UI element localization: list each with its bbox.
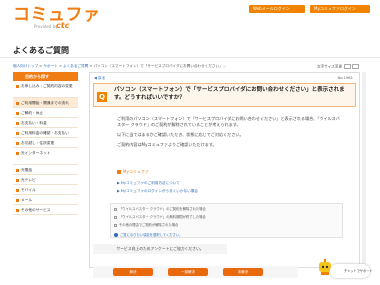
bullet-icon xyxy=(16,85,19,88)
survey-unresolved-button[interactable]: 未解決 xyxy=(223,268,263,276)
checkbox[interactable] xyxy=(114,223,117,227)
survey-resolved-button[interactable]: 解決 xyxy=(113,268,153,276)
checkbox[interactable] xyxy=(114,207,117,211)
sidebar-item[interactable]: ご利用開始・開通までの流れ xyxy=(13,98,78,108)
question-text: パソコン（スマートフォン）で「サービスプロバイダにお問い合わせください」と表示さ… xyxy=(114,87,345,101)
breadcrumb-home[interactable]: 個人向けトップ xyxy=(13,64,38,68)
faq-link[interactable]: ▶Myコミュファのログインがうまくいかない場合 xyxy=(117,189,198,194)
bullet-icon xyxy=(16,209,19,212)
faq-number: No.1981 xyxy=(337,76,353,80)
font-large-button[interactable] xyxy=(352,64,360,69)
info-icon xyxy=(114,233,118,237)
font-size-label: 文字サイズ変更 xyxy=(317,64,343,69)
sidebar-item[interactable]: 光インターネット xyxy=(13,148,78,165)
my-commufa-link[interactable]: Myコミュファ xyxy=(117,169,149,175)
faq-link[interactable]: ▶Myコミュファのご利用方法について xyxy=(117,181,180,186)
condition-item[interactable]: その他の理由でご契約が解除された場合 xyxy=(114,223,178,227)
answer-paragraph: ご利用のパソコン（スマートフォン）で「サービスプロバイダにお問い合わせください」… xyxy=(117,116,340,128)
question-icon: Q xyxy=(97,92,107,102)
breadcrumb: 個人向けトップ > サポート > よくあるご質問 > パソコン（スマートフォン）… xyxy=(13,64,227,68)
back-link[interactable]: ◀ 戻る xyxy=(94,76,105,81)
survey-prompt-area: サービス向上のためアンケートにご協力ください。 xyxy=(93,244,227,264)
sidebar: 目的から探す お申し込み・ご契約内容の変更 ご利用開始・開通までの流れ ご解約・… xyxy=(13,72,78,215)
link-icon xyxy=(117,170,121,174)
logo-provided-by: Provided by xyxy=(34,24,58,29)
page-title: よくあるご質問 xyxy=(13,46,69,55)
bullet-icon xyxy=(16,142,19,145)
sidebar-item[interactable]: お申し込み・ご契約内容の変更 xyxy=(13,81,78,98)
font-small-button[interactable] xyxy=(344,64,352,69)
survey-prompt: サービス向上のためアンケートにご協力ください。 xyxy=(93,244,227,254)
divider xyxy=(0,57,380,58)
arrow-right-icon: ▶ xyxy=(117,189,120,193)
survey-partly-resolved-button[interactable]: 一部解決 xyxy=(168,268,208,276)
bullet-icon xyxy=(16,169,19,172)
font-size-control: 文字サイズ変更 xyxy=(317,64,360,70)
bullet-icon xyxy=(16,112,19,115)
condition-item[interactable]: 「ウイルスバスター クラウド」の無料期間が終了した場合 xyxy=(114,215,206,219)
arrow-right-icon: ▶ xyxy=(117,181,120,185)
breadcrumb-faq[interactable]: よくあるご質問 xyxy=(63,64,88,68)
sidebar-item[interactable]: メール xyxy=(13,195,78,205)
bullet-icon xyxy=(16,179,19,182)
answer-paragraph: ご契約内容はMyコミュファよりご確認いただけます。 xyxy=(117,142,217,148)
select-item-link[interactable]: ご覧になりたい項目を選択してください。 xyxy=(114,233,182,237)
question-box: Q パソコン（スマートフォン）で「サービスプロバイダにお問い合わせください」と表… xyxy=(93,83,356,107)
bullet-icon xyxy=(16,102,19,105)
sidebar-item[interactable]: ご利用料金の確認・お支払い xyxy=(13,128,78,138)
checkbox[interactable] xyxy=(114,215,117,219)
sidebar-item[interactable]: お支払い・料金 xyxy=(13,118,78,128)
sidebar-item[interactable]: 光電話 xyxy=(13,165,78,175)
bullet-icon xyxy=(16,199,19,202)
breadcrumb-current: パソコン（スマートフォン）で「サービスプロバイダにお問い合わせください」... xyxy=(93,64,227,68)
condition-item[interactable]: 「ウイルスバスター クラウド」のご契約を解除された場合 xyxy=(114,207,206,211)
bullet-icon xyxy=(16,152,19,155)
breadcrumb-support[interactable]: サポート xyxy=(43,64,57,68)
answer-paragraph: 以下に当てはまるかご確認いただき、状態に応じてご対応ください。 xyxy=(117,132,244,138)
my-commufa-login-button[interactable]: Myコミュファログイン xyxy=(310,5,370,13)
sidebar-item[interactable]: ご解約・休止 xyxy=(13,108,78,118)
scrollbar[interactable] xyxy=(362,72,366,268)
sidebar-title: 目的から探す xyxy=(13,72,78,81)
sidebar-item[interactable]: お引越し・住所変更 xyxy=(13,138,78,148)
conditions-box: 「ウイルスバスター クラウド」のご契約を解除された場合 「ウイルスバスター クラ… xyxy=(110,203,343,238)
sidebar-item[interactable]: モバイル xyxy=(13,185,78,195)
faq-article: ◀ 戻る No.1981 Q パソコン（スマートフォン）で「サービスプロバイダに… xyxy=(89,72,360,268)
site-header: コミュファ Provided by ctc Webメールログイン Myコミュファ… xyxy=(0,0,380,36)
bullet-icon xyxy=(16,122,19,125)
logo-ctc: ctc xyxy=(56,21,70,30)
chat-support-label: チャットでサポート xyxy=(344,269,373,273)
answer-text: ご利用のパソコン（スマートフォン）で「サービスプロバイダにお問い合わせください」… xyxy=(117,116,342,150)
survey-buttons: 解決 一部解決 未解決 xyxy=(93,266,298,278)
chat-support-button[interactable]: チャットでサポート xyxy=(330,264,373,278)
sidebar-item[interactable]: その他のサービス xyxy=(13,205,78,215)
bullet-icon xyxy=(16,132,19,135)
bullet-icon xyxy=(16,189,19,192)
webmail-login-button[interactable]: Webメールログイン xyxy=(249,5,305,13)
sidebar-item[interactable]: 光テレビ xyxy=(13,175,78,185)
